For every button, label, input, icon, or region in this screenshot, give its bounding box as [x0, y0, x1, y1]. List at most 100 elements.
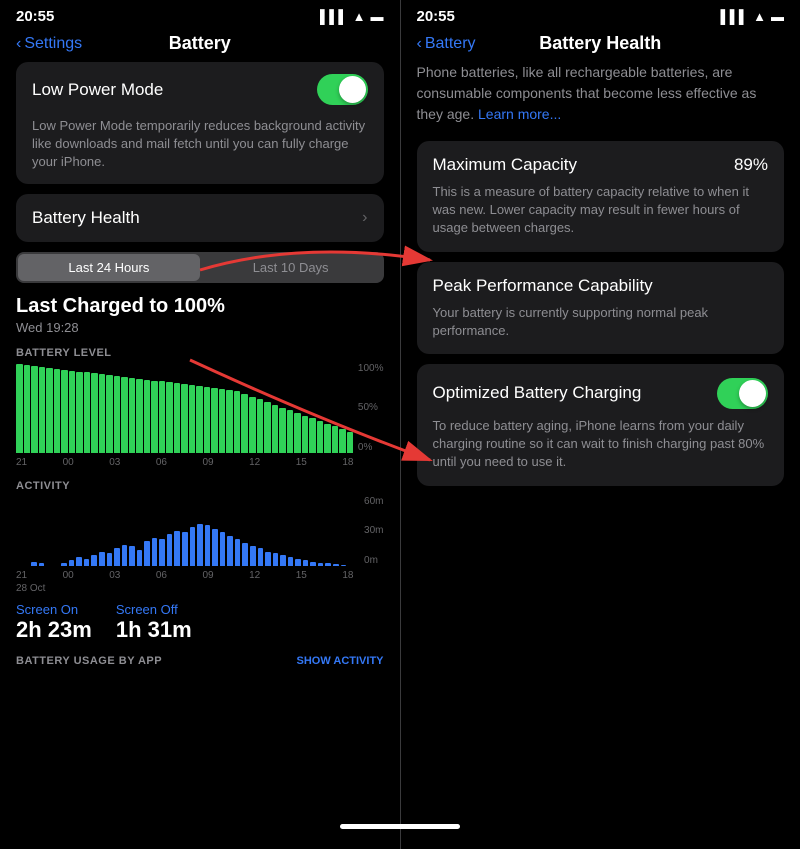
battery-bar: [76, 372, 83, 453]
battery-bar: [61, 370, 68, 453]
activity-bar: [318, 563, 324, 566]
screen-on-item: Screen On 2h 23m: [16, 602, 92, 643]
battery-bar: [99, 374, 106, 452]
battery-icon-right: ▬: [771, 9, 784, 24]
capacity-label: Maximum Capacity: [433, 155, 578, 175]
low-power-label: Low Power Mode: [32, 80, 163, 100]
activity-bar: [137, 550, 143, 565]
peak-label: Peak Performance Capability: [433, 276, 769, 296]
optimized-row: Optimized Battery Charging: [433, 378, 769, 409]
time-right: 20:55: [417, 8, 455, 25]
activity-bar: [84, 559, 90, 566]
battery-bar: [69, 371, 76, 453]
right-content: Phone batteries, like all rechargeable b…: [401, 62, 800, 849]
low-power-toggle[interactable]: [317, 74, 368, 105]
battery-x-labels: 21 00 03 06 09 12 15 18: [16, 457, 384, 468]
battery-bar: [287, 410, 294, 452]
battery-health-row[interactable]: Battery Health ›: [16, 194, 384, 242]
back-button-right[interactable]: ‹ Battery: [417, 35, 476, 53]
optimized-charging-card: Optimized Battery Charging To reduce bat…: [417, 364, 785, 486]
battery-usage-label: BATTERY USAGE BY APP: [16, 655, 162, 667]
battery-bar: [332, 426, 339, 452]
activity-bar: [167, 534, 173, 566]
activity-bar: [99, 552, 105, 566]
screen-time-row: Screen On 2h 23m Screen Off 1h 31m: [16, 602, 384, 643]
low-power-desc: Low Power Mode temporarily reduces backg…: [16, 117, 384, 184]
chevron-left-icon-right: ‹: [417, 35, 422, 53]
activity-bar: [341, 565, 347, 566]
nav-bar-right: ‹ Battery Battery Health: [401, 29, 800, 62]
optimized-toggle[interactable]: [717, 378, 768, 409]
battery-bar: [39, 367, 46, 453]
screen-off-label: Screen Off: [116, 602, 192, 617]
activity-bar: [227, 536, 233, 565]
show-activity-btn[interactable]: SHOW ACTIVITY: [297, 655, 384, 667]
activity-bar: [310, 562, 316, 566]
toggle-knob: [339, 76, 366, 103]
activity-label: ACTIVITY: [16, 480, 384, 492]
chevron-right-icon: ›: [362, 209, 367, 227]
battery-bar: [211, 388, 218, 453]
back-button-left[interactable]: ‹ Settings: [16, 35, 82, 53]
activity-bar: [303, 560, 309, 566]
activity-bar: [107, 553, 113, 566]
battery-bar: [279, 408, 286, 453]
battery-bar: [181, 384, 188, 452]
battery-bar: [54, 369, 61, 453]
battery-bar: [204, 387, 211, 453]
battery-health-label: Battery Health: [32, 208, 140, 228]
battery-usage-bar: BATTERY USAGE BY APP SHOW ACTIVITY: [16, 655, 384, 675]
battery-bar: [196, 386, 203, 453]
activity-bar: [91, 555, 97, 566]
battery-bar: [257, 399, 264, 452]
activity-bar: [129, 546, 135, 566]
screen-on-label: Screen On: [16, 602, 92, 617]
max-capacity-card: Maximum Capacity 89% This is a measure o…: [417, 141, 785, 252]
activity-bar: [273, 553, 279, 566]
activity-bar: [144, 541, 150, 566]
activity-bar: [182, 532, 188, 566]
tab-24hours[interactable]: Last 24 Hours: [18, 254, 200, 281]
battery-bar: [174, 383, 181, 452]
nav-title-right: Battery Health: [539, 33, 661, 54]
activity-bar: [174, 531, 180, 566]
battery-bar: [189, 385, 196, 453]
battery-bar: [16, 364, 23, 452]
status-bar-right: 20:55 ▌▌▌ ▲ ▬: [401, 0, 800, 29]
optimized-label: Optimized Battery Charging: [433, 383, 642, 403]
battery-level-label: BATTERY LEVEL: [16, 347, 384, 359]
capacity-row: Maximum Capacity 89%: [433, 155, 769, 175]
activity-bar: [31, 562, 37, 566]
battery-bar: [339, 429, 346, 452]
battery-bar: [264, 402, 271, 452]
battery-bar: [219, 389, 226, 453]
intro-text: Phone batteries, like all rechargeable b…: [417, 62, 785, 125]
battery-bar: [241, 394, 248, 453]
activity-x-labels: 21 00 03 06 09 12 15 18: [16, 570, 384, 581]
activity-bar: [250, 546, 256, 566]
learn-more-link[interactable]: Learn more...: [478, 106, 561, 122]
activity-bar: [242, 543, 248, 565]
low-power-row: Low Power Mode: [16, 62, 384, 117]
battery-bar: [136, 379, 143, 453]
last-charged-section: Last Charged to 100% Wed 19:28: [16, 295, 384, 335]
nav-bar-left: ‹ Settings Battery: [0, 29, 400, 62]
activity-bar: [76, 557, 82, 565]
screen-on-value: 2h 23m: [16, 617, 92, 643]
battery-bar: [324, 424, 331, 453]
peak-desc: Your battery is currently supporting nor…: [433, 304, 769, 340]
activity-bars: [16, 496, 354, 566]
wifi-icon-right: ▲: [753, 9, 766, 24]
battery-bar: [129, 378, 136, 453]
charged-sub: Wed 19:28: [16, 320, 384, 335]
activity-bar: [122, 545, 128, 566]
battery-bar: [226, 390, 233, 453]
tab-10days[interactable]: Last 10 Days: [200, 254, 382, 281]
status-icons-right: ▌▌▌ ▲ ▬: [720, 9, 784, 24]
activity-bar: [220, 532, 226, 566]
battery-bar: [294, 413, 301, 453]
battery-bars: [16, 363, 354, 453]
signal-icon: ▌▌▌: [320, 9, 348, 24]
low-power-card: Low Power Mode Low Power Mode temporaril…: [16, 62, 384, 184]
battery-bar: [91, 373, 98, 452]
